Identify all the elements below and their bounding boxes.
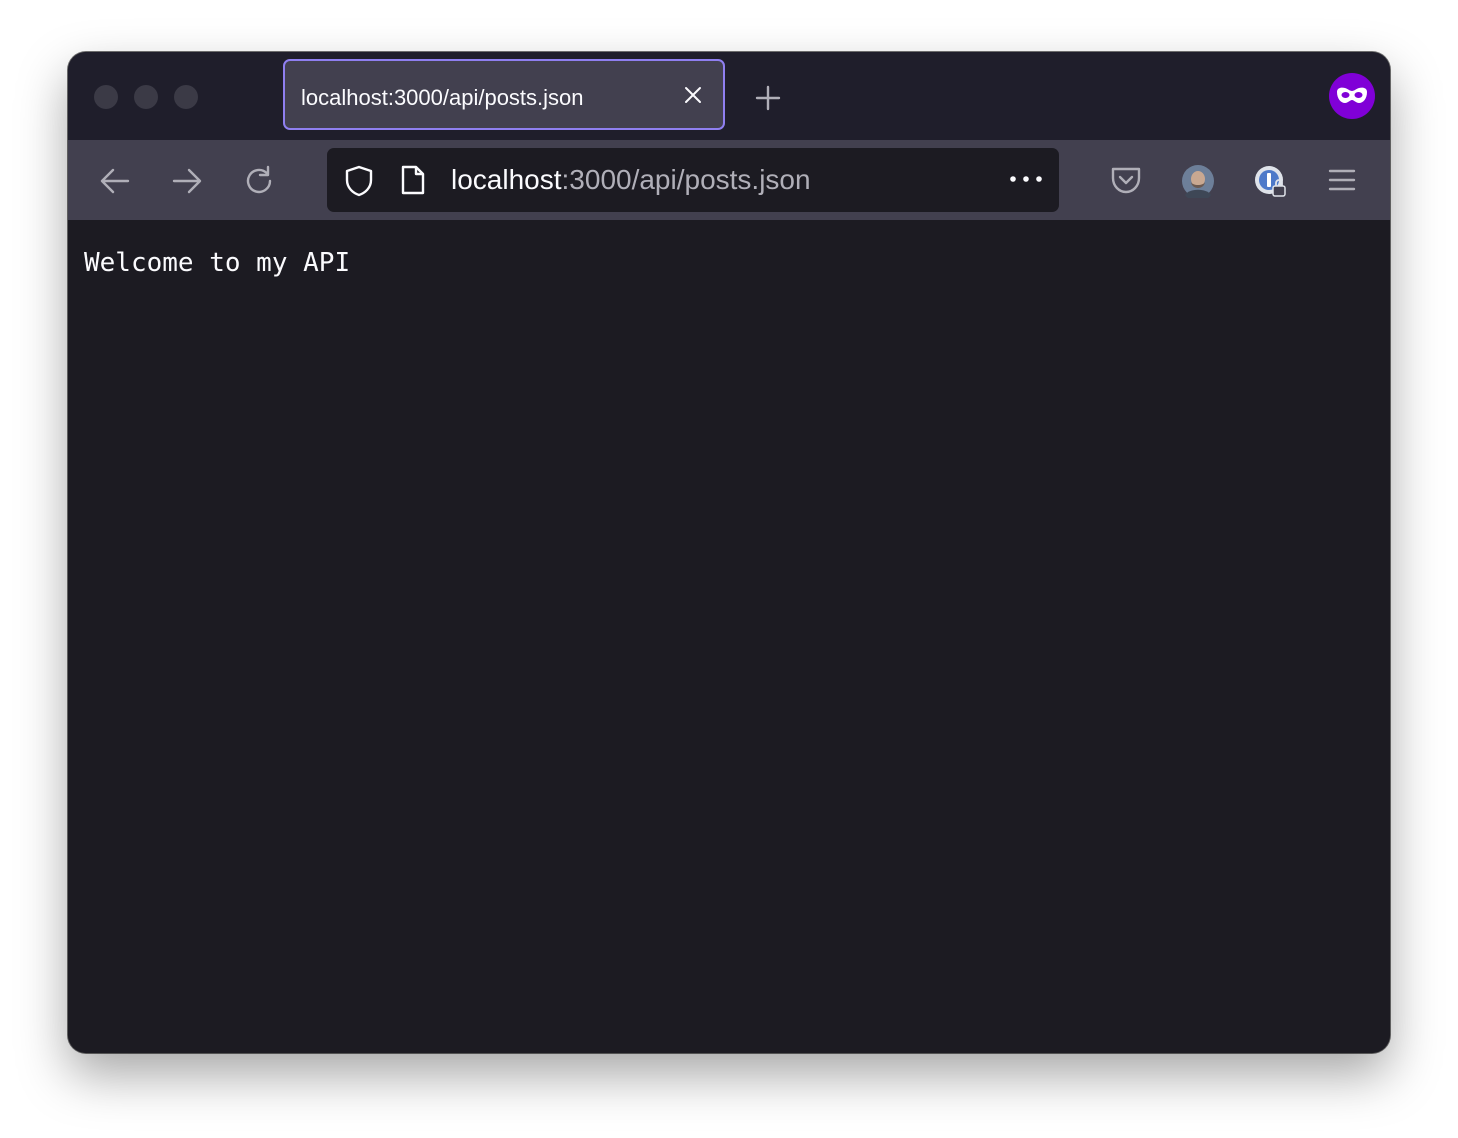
document-icon[interactable] — [399, 164, 427, 196]
more-horizontal-icon[interactable] — [1009, 174, 1043, 184]
window-zoom-button[interactable] — [174, 85, 198, 109]
url-bar[interactable]: localhost:3000/api/posts.json — [327, 148, 1059, 212]
nav-toolbar: localhost:3000/api/posts.json — [68, 140, 1390, 220]
pocket-icon[interactable] — [1109, 164, 1143, 196]
window-minimize-button[interactable] — [134, 85, 158, 109]
url-host: localhost — [451, 164, 562, 195]
url-text[interactable]: localhost:3000/api/posts.json — [451, 164, 811, 196]
hamburger-menu-icon[interactable] — [1325, 166, 1359, 194]
browser-window: localhost:3000/api/posts.json localhost:… — [68, 52, 1390, 1053]
reload-icon[interactable] — [242, 164, 276, 198]
password-manager-icon[interactable] — [1253, 164, 1289, 200]
plus-icon[interactable] — [754, 84, 782, 112]
arrow-right-icon[interactable] — [170, 164, 204, 198]
tab-title: localhost:3000/api/posts.json — [301, 85, 584, 110]
url-path: :3000/api/posts.json — [561, 164, 811, 195]
shield-icon[interactable] — [343, 164, 375, 198]
page-content: Welcome to my API — [68, 220, 1390, 1053]
page-body-text: Welcome to my API — [84, 248, 351, 278]
window-close-button[interactable] — [94, 85, 118, 109]
avatar[interactable] — [1181, 164, 1215, 198]
close-icon[interactable] — [683, 85, 703, 105]
tab-bar: localhost:3000/api/posts.json — [68, 52, 1390, 140]
private-mask-icon[interactable] — [1329, 73, 1375, 119]
tab-active[interactable]: localhost:3000/api/posts.json — [283, 59, 725, 130]
arrow-left-icon[interactable] — [98, 164, 132, 198]
